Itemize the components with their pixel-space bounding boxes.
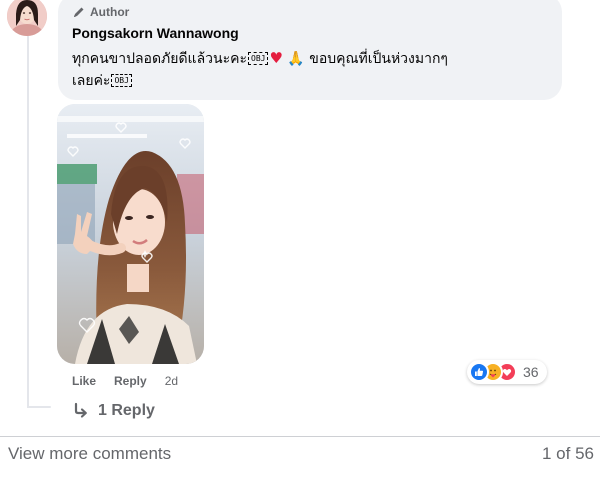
comment-text-part2: ขอบคุณที่เป็นห่วงมากๆ — [309, 51, 448, 67]
heart-emoji-icon: ♥ — [269, 49, 283, 67]
thread-line-connector — [27, 406, 51, 408]
view-replies-button[interactable]: 1 Reply — [72, 402, 155, 420]
obj-placeholder-icon: OBJ — [248, 52, 269, 65]
comment-text-part1: ทุกคนขาปลอดภัยดีแล้วนะคะ — [72, 51, 247, 67]
avatar-image — [7, 0, 47, 36]
author-badge: Author — [72, 4, 129, 20]
like-reaction-icon — [469, 362, 489, 382]
comment-pagination: 1 of 56 — [542, 444, 594, 463]
view-replies-label: 1 Reply — [98, 402, 155, 419]
reaction-count: 36 — [523, 364, 539, 380]
pray-emoji-icon: 🙏 — [287, 51, 305, 67]
pen-icon — [74, 7, 84, 17]
thread-line — [27, 36, 29, 408]
avatar[interactable] — [7, 0, 47, 36]
comment-actions: Like Reply 2d — [72, 374, 178, 388]
comment-text: ทุกคนขาปลอดภัยดีแล้วนะคะ OBJ ♥ 🙏 ขอบคุณที่… — [72, 47, 552, 92]
selfie-photo-image — [57, 104, 204, 364]
obj-placeholder-icon-2: OBJ — [111, 74, 132, 87]
author-badge-label: Author — [90, 5, 130, 19]
comment-text-line2: เลยค่ะ — [72, 73, 111, 89]
reply-button[interactable]: Reply — [114, 374, 147, 388]
commenter-name[interactable]: Pongsakorn Wannawong — [72, 25, 239, 41]
reactions-summary[interactable]: 36 — [467, 360, 547, 384]
divider — [0, 436, 600, 437]
view-more-comments-link[interactable]: View more comments — [8, 444, 171, 464]
like-button[interactable]: Like — [72, 374, 96, 388]
comment-timestamp[interactable]: 2d — [165, 374, 178, 388]
reply-arrow-icon — [74, 402, 87, 418]
comment-photo[interactable] — [57, 104, 204, 364]
